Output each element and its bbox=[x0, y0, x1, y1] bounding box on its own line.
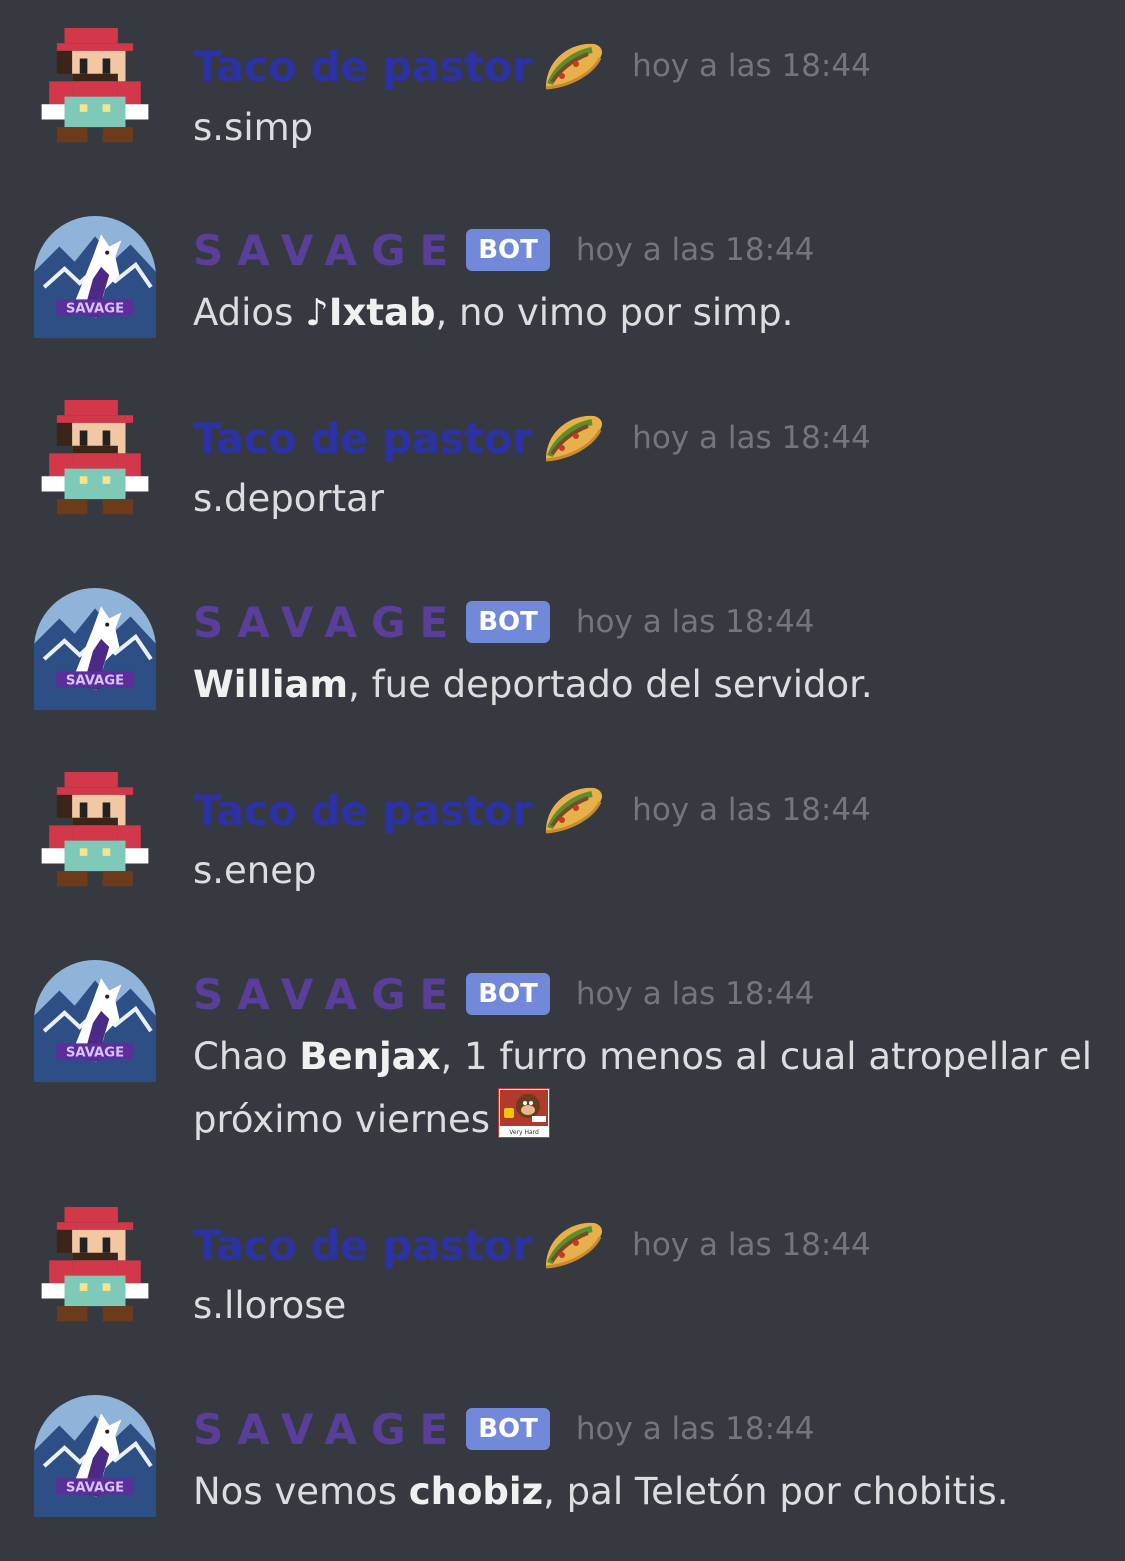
timestamp: hoy a las 18:44 bbox=[632, 1227, 871, 1263]
bot-tag: BOT bbox=[466, 973, 550, 1015]
mention-bold: chobiz bbox=[408, 1470, 544, 1513]
taco-icon bbox=[542, 782, 606, 838]
message-text: s.simp bbox=[193, 106, 314, 149]
mention-bold: Benjax bbox=[299, 1035, 441, 1078]
author-name[interactable]: SAVAGE bbox=[193, 226, 462, 275]
author-name[interactable]: Taco de pastor bbox=[193, 42, 533, 91]
message-header: Taco de pastor hoy a las 18:44 bbox=[193, 36, 871, 96]
message-text: s.llorose bbox=[193, 1284, 347, 1327]
message-header: Taco de pastor hoy a las 18:44 bbox=[193, 780, 871, 840]
chat-log: Taco de pastor hoy a las 18:44 s.simp SA… bbox=[0, 0, 1125, 1561]
mention-bold: William bbox=[193, 663, 349, 706]
mario-avatar-icon[interactable] bbox=[34, 1207, 156, 1329]
timestamp: hoy a las 18:44 bbox=[632, 48, 871, 84]
message-header: SAVAGE BOT hoy a las 18:44 bbox=[193, 220, 815, 280]
author-name[interactable]: SAVAGE bbox=[193, 1405, 462, 1454]
text-segment: Chao bbox=[193, 1035, 300, 1078]
timestamp: hoy a las 18:44 bbox=[575, 976, 815, 1012]
message-header: SAVAGE BOT hoy a las 18:44 bbox=[193, 964, 815, 1024]
donkey-kong-very-hard-emoji[interactable]: Very Hard bbox=[498, 1088, 550, 1138]
taco-icon bbox=[542, 1217, 606, 1273]
message-text: William, fue deportado del servidor. bbox=[193, 654, 1093, 716]
author-name[interactable]: Taco de pastor bbox=[193, 1221, 533, 1270]
savage-wolf-avatar-icon[interactable] bbox=[34, 588, 156, 710]
message-text: Nos vemos chobiz, pal Teletón por chobit… bbox=[193, 1461, 1093, 1523]
savage-wolf-avatar-icon[interactable] bbox=[34, 960, 156, 1082]
message-text: Chao Benjax, 1 furro menos al cual atrop… bbox=[193, 1026, 1093, 1151]
author-name[interactable]: Taco de pastor bbox=[193, 414, 533, 463]
message-header: SAVAGE BOT hoy a las 18:44 bbox=[193, 1399, 815, 1459]
timestamp: hoy a las 18:44 bbox=[575, 604, 815, 640]
mario-avatar-icon[interactable] bbox=[34, 28, 156, 150]
text-segment: , fue deportado del servidor. bbox=[348, 663, 873, 706]
savage-wolf-avatar-icon[interactable] bbox=[34, 216, 156, 338]
taco-icon bbox=[542, 38, 606, 94]
savage-wolf-avatar-icon[interactable] bbox=[34, 1395, 156, 1517]
timestamp: hoy a las 18:44 bbox=[575, 232, 815, 268]
author-name[interactable]: Taco de pastor bbox=[193, 786, 533, 835]
mention-bold: ♪Ixtab bbox=[305, 291, 436, 334]
text-segment: Adios bbox=[193, 291, 306, 334]
text-segment: , pal Teletón por chobitis. bbox=[543, 1470, 1009, 1513]
emoji-caption: Very Hard bbox=[509, 1129, 539, 1136]
timestamp: hoy a las 18:44 bbox=[632, 420, 871, 456]
taco-icon bbox=[542, 410, 606, 466]
mario-avatar-icon[interactable] bbox=[34, 772, 156, 894]
message-text: Adios ♪Ixtab, no vimo por simp. bbox=[193, 282, 1093, 344]
timestamp: hoy a las 18:44 bbox=[632, 792, 871, 828]
author-name[interactable]: SAVAGE bbox=[193, 598, 462, 647]
mario-avatar-icon[interactable] bbox=[34, 400, 156, 522]
message-header: Taco de pastor hoy a las 18:44 bbox=[193, 408, 871, 468]
text-segment: , no vimo por simp. bbox=[435, 291, 794, 334]
message-header: SAVAGE BOT hoy a las 18:44 bbox=[193, 592, 815, 652]
message-text: s.deportar bbox=[193, 477, 385, 520]
bot-tag: BOT bbox=[466, 601, 550, 643]
author-name[interactable]: SAVAGE bbox=[193, 970, 462, 1019]
bot-tag: BOT bbox=[466, 1408, 550, 1450]
text-segment: Nos vemos bbox=[193, 1470, 409, 1513]
message-header: Taco de pastor hoy a las 18:44 bbox=[193, 1215, 871, 1275]
message-text: s.enep bbox=[193, 849, 317, 892]
bot-tag: BOT bbox=[466, 229, 550, 271]
timestamp: hoy a las 18:44 bbox=[575, 1411, 815, 1447]
